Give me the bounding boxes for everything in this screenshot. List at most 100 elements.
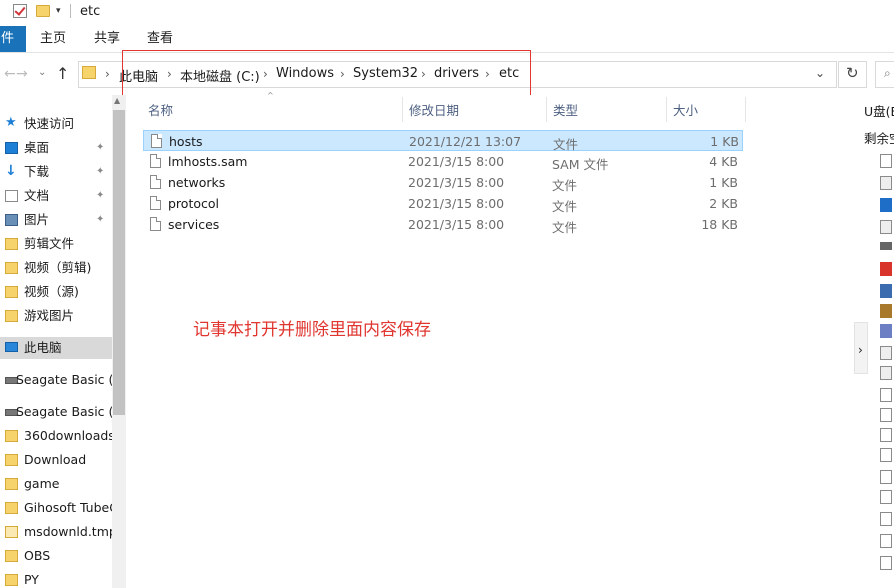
- sidebar-item-folder[interactable]: Download: [0, 449, 112, 471]
- file-type: SAM 文件: [552, 157, 609, 172]
- file-name: protocol: [168, 196, 219, 211]
- sidebar-item-label: Gihosoft TubeG: [24, 500, 112, 515]
- sidebar-item-drive-f[interactable]: Seagate Basic (F: [0, 401, 112, 423]
- column-header-modified[interactable]: 修改日期: [409, 100, 459, 119]
- column-header-size[interactable]: 大小: [673, 100, 698, 119]
- text-file-icon: [880, 448, 892, 462]
- sidebar-item-label: 桌面: [24, 140, 50, 155]
- file-icon: [880, 154, 892, 168]
- sidebar-item-this-pc[interactable]: 此电脑: [0, 337, 112, 359]
- sidebar-item-label: 剪辑文件: [24, 236, 75, 251]
- text-file-icon: [880, 428, 892, 442]
- sidebar-item-label: 文档: [24, 188, 50, 203]
- column-header-type[interactable]: 类型: [553, 100, 578, 119]
- sidebar-item-label: game: [24, 476, 60, 491]
- tab-view[interactable]: 查看: [147, 26, 173, 52]
- file-row-hosts[interactable]: hosts 2021/12/21 13:07 文件 1 KB: [143, 130, 743, 152]
- settings-file-icon: [880, 176, 892, 190]
- chevron-right-icon[interactable]: ›: [858, 343, 863, 357]
- file-size: 2 KB: [709, 196, 738, 211]
- sidebar-item-label: Seagate Basic (F: [16, 404, 112, 419]
- file-type: 文件: [552, 220, 578, 235]
- pin-icon[interactable]: ✦: [96, 185, 104, 207]
- column-header-name[interactable]: 名称: [148, 100, 173, 119]
- sidebar-item-folder[interactable]: PY: [0, 569, 112, 588]
- sidebar-item-documents[interactable]: 文档 ✦: [0, 185, 112, 207]
- sidebar-item-folder[interactable]: 游戏图片: [0, 305, 112, 327]
- folder-icon: [5, 238, 18, 250]
- file-name: hosts: [169, 134, 203, 149]
- new-folder-icon[interactable]: [36, 5, 50, 17]
- sidebar-item-quick-access[interactable]: ★ 快速访问: [0, 113, 112, 135]
- sidebar-item-downloads[interactable]: ↓ 下载 ✦: [0, 161, 112, 183]
- file-icon: [151, 134, 162, 148]
- tab-file[interactable]: 件: [0, 26, 26, 52]
- folder-icon: [5, 430, 18, 442]
- refresh-icon[interactable]: ↻: [846, 64, 859, 82]
- column-divider[interactable]: [546, 97, 547, 122]
- tab-home[interactable]: 主页: [40, 26, 66, 52]
- desktop-icon: [5, 142, 18, 154]
- folder-icon: [5, 478, 18, 490]
- window-title: etc: [80, 4, 101, 19]
- column-divider[interactable]: [745, 97, 746, 122]
- settings-file-icon: [880, 220, 892, 234]
- sidebar-item-pictures[interactable]: 图片 ✦: [0, 209, 112, 231]
- folder-icon: [5, 262, 18, 274]
- text-file-icon: [880, 388, 892, 402]
- file-modified: 2021/3/15 8:00: [408, 196, 505, 211]
- pin-icon[interactable]: ✦: [96, 137, 104, 159]
- folder-icon: [5, 310, 18, 322]
- sidebar-scrollbar-thumb[interactable]: [113, 110, 125, 415]
- pdf-icon: [880, 262, 892, 276]
- app-icon: [880, 198, 892, 212]
- column-divider[interactable]: [402, 97, 403, 122]
- sidebar-item-label: 下载: [24, 164, 50, 179]
- sidebar-item-label: 快速访问: [24, 116, 75, 131]
- recent-locations-icon[interactable]: ⌄: [38, 67, 46, 78]
- tab-share[interactable]: 共享: [94, 26, 120, 52]
- sidebar-item-label: 游戏图片: [24, 308, 75, 323]
- scroll-up-icon[interactable]: ▲: [114, 96, 120, 105]
- search-icon[interactable]: ⌕: [884, 66, 891, 81]
- forward-icon[interactable]: →: [16, 66, 28, 82]
- file-row-services[interactable]: services 2021/3/15 8:00 文件 18 KB: [143, 214, 743, 235]
- up-icon[interactable]: ↑: [56, 64, 69, 83]
- file-row-lmhosts[interactable]: lmhosts.sam 2021/3/15 8:00 SAM 文件 4 KB: [143, 151, 743, 172]
- file-type: 文件: [552, 178, 578, 193]
- sidebar-item-label: OBS: [24, 548, 51, 563]
- sidebar-item-folder[interactable]: 视频（源): [0, 281, 112, 303]
- file-icon: [150, 217, 161, 231]
- folder-icon: [5, 286, 18, 298]
- title-separator: [70, 4, 71, 18]
- sidebar-item-folder[interactable]: msdownld.tmp: [0, 521, 112, 543]
- ribbon-tabs: 件 主页 共享 查看: [0, 26, 894, 53]
- sidebar-item-desktop[interactable]: 桌面 ✦: [0, 137, 112, 159]
- image-icon: [880, 324, 892, 338]
- pin-icon[interactable]: ✦: [96, 161, 104, 183]
- quick-access-dropdown-icon[interactable]: ▾: [56, 6, 61, 16]
- sidebar-item-drive-e[interactable]: Seagate Basic (E: [0, 369, 112, 391]
- star-icon: ★: [5, 115, 17, 130]
- text-file-icon: [880, 556, 892, 570]
- sidebar-item-folder[interactable]: OBS: [0, 545, 112, 567]
- file-modified: 2021/3/15 8:00: [408, 154, 505, 169]
- pin-icon[interactable]: ✦: [96, 209, 104, 231]
- file-row-networks[interactable]: networks 2021/3/15 8:00 文件 1 KB: [143, 172, 743, 193]
- column-divider[interactable]: [666, 97, 667, 122]
- sidebar-item-folder[interactable]: 视频（剪辑): [0, 257, 112, 279]
- folder-icon: [5, 550, 18, 562]
- file-name: services: [168, 217, 220, 232]
- sidebar-item-folder[interactable]: 剪辑文件: [0, 233, 112, 255]
- sidebar-item-label: 图片: [24, 212, 50, 227]
- chevron-right-icon[interactable]: ›: [105, 67, 110, 81]
- sidebar-item-folder[interactable]: game: [0, 473, 112, 495]
- file-modified: 2021/3/15 8:00: [408, 175, 505, 190]
- address-dropdown-icon[interactable]: ⌄: [815, 66, 825, 80]
- file-row-protocol[interactable]: protocol 2021/3/15 8:00 文件 2 KB: [143, 193, 743, 214]
- folder-icon: [82, 66, 96, 79]
- sidebar-item-folder[interactable]: 360downloads: [0, 425, 112, 447]
- back-icon[interactable]: ←: [4, 66, 16, 82]
- properties-icon[interactable]: [13, 4, 27, 18]
- sidebar-item-folder[interactable]: Gihosoft TubeG: [0, 497, 112, 519]
